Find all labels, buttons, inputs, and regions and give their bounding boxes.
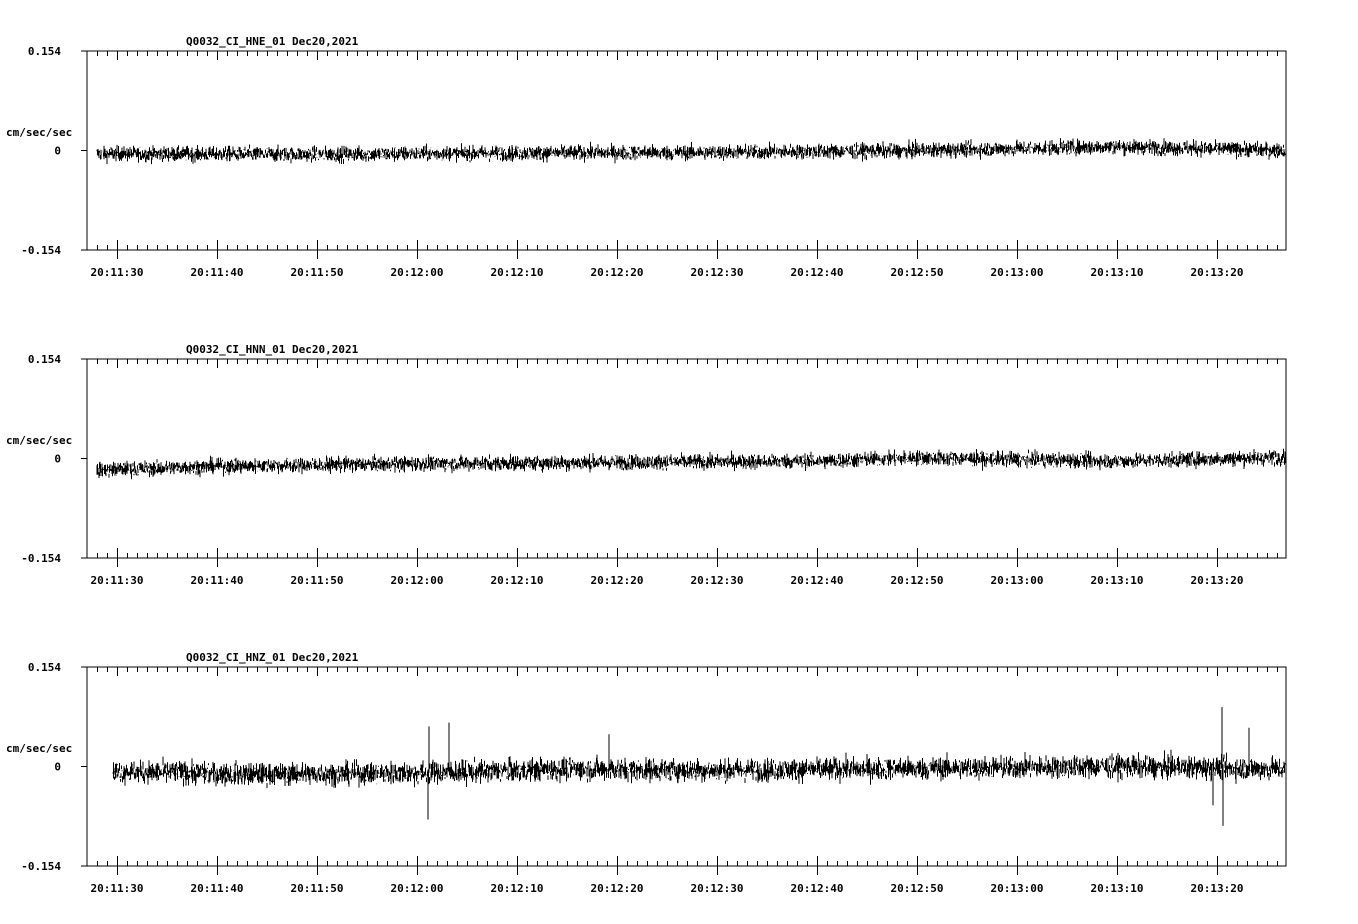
x-tick-label: 20:11:50 (291, 266, 344, 279)
x-tick-label: 20:11:30 (91, 574, 144, 587)
x-tick-label: 20:12:00 (391, 882, 444, 895)
x-tick-label: 20:12:10 (491, 266, 544, 279)
plot-frame (86, 358, 1287, 559)
y-tick-label: 0.154 (28, 45, 61, 58)
waveform-trace (96, 138, 1286, 165)
waveform-trace (96, 448, 1286, 480)
panel-title: Q0032_CI_HNE_01 Dec20,2021 (186, 35, 359, 48)
y-tick-label: 0.154 (28, 661, 61, 674)
y-tick-label: -0.154 (21, 552, 61, 565)
waveform-trace (112, 707, 1286, 826)
x-tick-label: 20:12:30 (691, 266, 744, 279)
x-tick-label: 20:12:30 (691, 574, 744, 587)
x-tick-label: 20:12:40 (791, 266, 844, 279)
x-tick-label: 20:13:20 (1191, 882, 1244, 895)
x-tick-label: 20:13:20 (1191, 574, 1244, 587)
x-tick-label: 20:12:20 (591, 882, 644, 895)
x-tick-label: 20:11:50 (291, 882, 344, 895)
x-tick-label: 20:12:50 (891, 574, 944, 587)
y-tick-label: -0.154 (21, 860, 61, 873)
panel-title: Q0032_CI_HNZ_01 Dec20,2021 (186, 651, 359, 664)
x-tick-label: 20:13:20 (1191, 266, 1244, 279)
y-tick-label: 0.154 (28, 353, 61, 366)
x-tick-label: 20:12:20 (591, 266, 644, 279)
x-tick-label: 20:13:10 (1091, 882, 1144, 895)
x-tick-label: 20:11:40 (191, 266, 244, 279)
x-tick-label: 20:12:40 (791, 882, 844, 895)
x-tick-label: 20:13:10 (1091, 266, 1144, 279)
x-tick-label: 20:12:20 (591, 574, 644, 587)
x-tick-label: 20:12:50 (891, 266, 944, 279)
y-axis-label: cm/sec/sec (6, 126, 72, 139)
x-tick-label: 20:12:00 (391, 266, 444, 279)
x-tick-label: 20:12:30 (691, 882, 744, 895)
y-tick-label: 0 (54, 761, 61, 774)
x-tick-label: 20:12:40 (791, 574, 844, 587)
y-tick-label: 0 (54, 145, 61, 158)
x-tick-label: 20:13:00 (991, 574, 1044, 587)
x-tick-label: 20:13:10 (1091, 574, 1144, 587)
panel-title: Q0032_CI_HNN_01 Dec20,2021 (186, 343, 359, 356)
x-tick-label: 20:11:30 (91, 882, 144, 895)
y-axis-label: cm/sec/sec (6, 742, 72, 755)
x-tick-label: 20:13:00 (991, 882, 1044, 895)
seismogram-chart: Q0032_CI_HNE_01 Dec20,2021 0.154 0 -0.154 cm… (6, 35, 1287, 895)
x-tick-label: 20:12:10 (491, 574, 544, 587)
x-tick-label: 20:11:40 (191, 882, 244, 895)
x-tick-label: 20:12:00 (391, 574, 444, 587)
x-tick-label: 20:11:40 (191, 574, 244, 587)
y-tick-label: -0.154 (21, 244, 61, 257)
y-axis-label: cm/sec/sec (6, 434, 72, 447)
y-tick-label: 0 (54, 453, 61, 466)
x-tick-label: 20:12:50 (891, 882, 944, 895)
x-tick-label: 20:11:50 (291, 574, 344, 587)
x-tick-label: 20:12:10 (491, 882, 544, 895)
x-tick-label: 20:13:00 (991, 266, 1044, 279)
x-tick-label: 20:11:30 (91, 266, 144, 279)
